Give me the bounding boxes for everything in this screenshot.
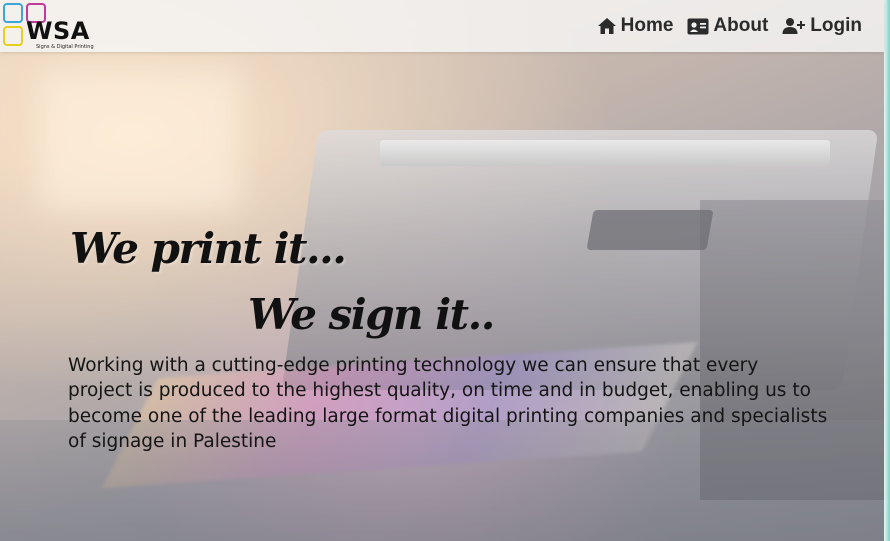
- logo-tile-blue: [3, 3, 23, 23]
- nav-about-label: About: [713, 15, 769, 36]
- hero-description: Working with a cutting-edge printing tec…: [68, 354, 828, 453]
- navbar: WSA Signs & Digital Printing Home About: [0, 0, 884, 52]
- user-plus-icon: [782, 18, 806, 34]
- main-nav: Home About Login: [597, 15, 862, 37]
- nav-home-label: Home: [620, 15, 674, 36]
- hero-headline-print: We print it...: [70, 224, 347, 274]
- brand-logo[interactable]: WSA Signs & Digital Printing: [2, 2, 94, 52]
- hero-headline-sign: We sign it..: [248, 290, 495, 340]
- page-edge: [884, 0, 890, 541]
- id-card-icon: [687, 18, 709, 34]
- nav-login-label: Login: [810, 15, 862, 36]
- logo-wordmark: WSA: [26, 17, 90, 45]
- logo-tagline: Signs & Digital Printing: [36, 44, 94, 50]
- home-icon: [597, 18, 616, 34]
- nav-login[interactable]: Login: [782, 15, 862, 37]
- nav-home[interactable]: Home: [597, 15, 674, 37]
- nav-about[interactable]: About: [687, 15, 768, 37]
- logo-tile-yellow: [3, 26, 23, 46]
